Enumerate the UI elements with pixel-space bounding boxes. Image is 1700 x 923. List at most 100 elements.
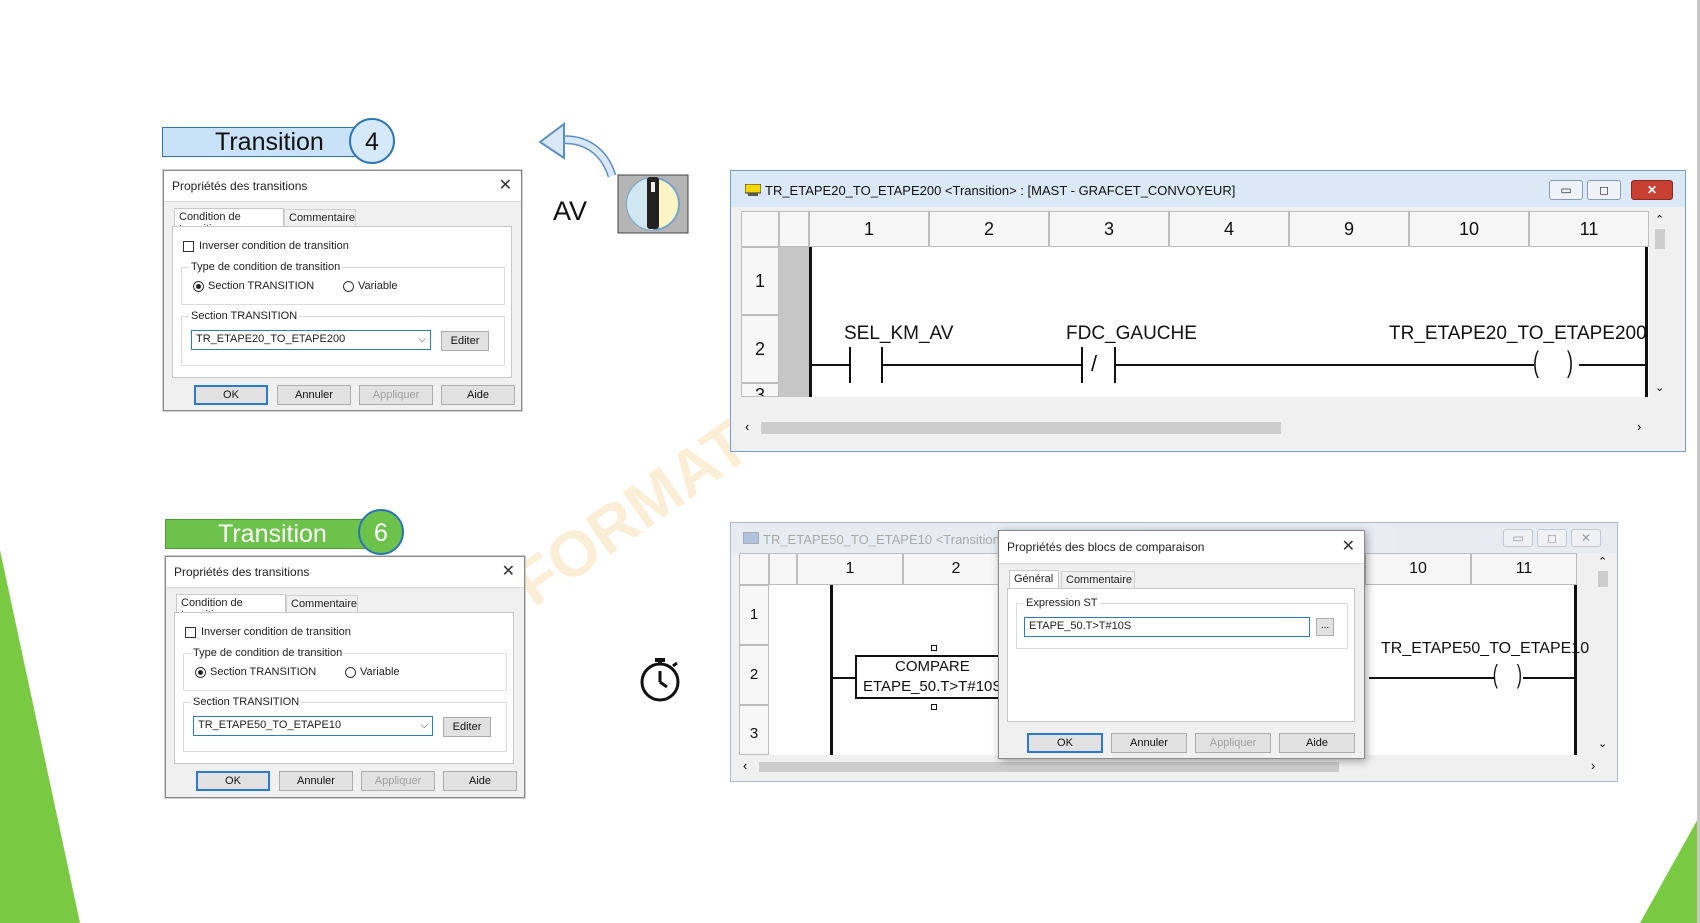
minimize-button[interactable]: ▭ xyxy=(1503,529,1533,547)
stopwatch-icon xyxy=(640,658,680,702)
radio-variable-label: Variable xyxy=(360,666,400,678)
close-button[interactable]: ✕ xyxy=(1631,180,1673,200)
row-header[interactable]: 3 xyxy=(741,383,779,397)
close-icon[interactable]: ✕ xyxy=(499,175,512,195)
column-header[interactable]: 2 xyxy=(929,211,1049,247)
compare-properties-dialog: Propriétés des blocs de comparaison ✕ Gé… xyxy=(998,530,1365,759)
corner-cell-2 xyxy=(769,553,797,585)
banner-label: Transition xyxy=(215,128,324,156)
column-header[interactable]: 1 xyxy=(797,553,903,585)
chevron-left-icon[interactable]: ‹ xyxy=(743,758,747,773)
column-header[interactable]: 11 xyxy=(1529,211,1649,247)
scroll-thumb[interactable] xyxy=(761,422,1281,434)
horizontal-scrollbar[interactable]: ‹ › xyxy=(739,758,1611,775)
apply-button[interactable]: Appliquer xyxy=(1195,733,1271,753)
row-header[interactable]: 2 xyxy=(741,315,779,383)
column-header[interactable]: 11 xyxy=(1471,553,1577,585)
chevron-down-icon[interactable]: ⌵ xyxy=(420,720,428,731)
edit-button[interactable]: Editer xyxy=(443,717,491,737)
column-header[interactable]: 10 xyxy=(1365,553,1471,585)
chevron-up-icon[interactable]: ⌃ xyxy=(1655,213,1664,226)
expression-input[interactable]: ETAPE_50.T>T#10S xyxy=(1024,617,1310,637)
coil-close-paren: ) xyxy=(1567,346,1573,379)
tab-general[interactable]: Général xyxy=(1009,570,1059,588)
chevron-right-icon[interactable]: › xyxy=(1591,758,1595,773)
chevron-down-icon[interactable]: ⌄ xyxy=(1598,737,1607,750)
column-header[interactable]: 2 xyxy=(903,553,1009,585)
cancel-button[interactable]: Annuler xyxy=(277,385,351,405)
dialog-body: Condition de transition Commentaire Inve… xyxy=(164,201,521,410)
section-combo[interactable]: TR_ETAPE50_TO_ETAPE10 ⌵ xyxy=(193,716,433,736)
left-power-rail xyxy=(809,247,812,397)
browse-button[interactable]: ... xyxy=(1316,618,1334,636)
coil-open-paren: ( xyxy=(1533,346,1539,379)
column-header[interactable]: 9 xyxy=(1289,211,1409,247)
right-power-rail xyxy=(1574,585,1577,755)
chevron-down-icon[interactable]: ⌵ xyxy=(418,334,426,345)
ok-button[interactable]: OK xyxy=(1027,733,1103,753)
ok-button[interactable]: OK xyxy=(194,385,268,405)
row-header[interactable]: 2 xyxy=(739,645,769,705)
maximize-button[interactable]: ◻ xyxy=(1587,180,1621,200)
row-header[interactable]: 3 xyxy=(739,705,769,755)
help-button[interactable]: Aide xyxy=(441,385,515,405)
tab-condition[interactable]: Condition de transition xyxy=(174,208,284,235)
edit-button[interactable]: Editer xyxy=(441,331,489,351)
invert-label: Inverser condition de transition xyxy=(199,240,349,252)
radio-variable[interactable] xyxy=(343,281,354,292)
radio-section-transition[interactable] xyxy=(193,281,204,292)
section-group-label: Section TRANSITION xyxy=(191,696,302,708)
scroll-thumb[interactable] xyxy=(1655,229,1665,249)
help-button[interactable]: Aide xyxy=(1279,733,1355,753)
chevron-up-icon[interactable]: ⌃ xyxy=(1598,555,1607,568)
apply-button[interactable]: Appliquer xyxy=(359,385,433,405)
close-icon[interactable]: ✕ xyxy=(502,561,515,581)
scroll-thumb[interactable] xyxy=(1598,571,1608,587)
tab-panel: Inverser condition de transition Type de… xyxy=(174,612,514,764)
tab-condition[interactable]: Condition de transition xyxy=(176,594,286,621)
chevron-right-icon[interactable]: › xyxy=(1637,419,1641,434)
close-button[interactable]: ✕ xyxy=(1571,529,1601,547)
section-group-label: Section TRANSITION xyxy=(189,310,300,322)
vertical-scrollbar[interactable]: ⌃ ⌄ xyxy=(1595,553,1611,753)
ladder-grid[interactable]: SEL_KM_AV / FDC_GAUCHE ( ) TR_ETAPE20_TO… xyxy=(809,247,1649,397)
transition-number-badge: 6 xyxy=(358,509,404,555)
scroll-thumb[interactable] xyxy=(759,762,1339,772)
row-header[interactable]: 1 xyxy=(741,247,779,315)
vertical-scrollbar[interactable]: ⌃ ⌄ xyxy=(1651,211,1669,397)
expression-value: ETAPE_50.T>T#10S xyxy=(1029,620,1132,632)
corner-cell xyxy=(739,553,769,585)
maximize-button[interactable]: ◻ xyxy=(1537,529,1567,547)
column-header[interactable]: 1 xyxy=(809,211,929,247)
tab-comment[interactable]: Commentaire xyxy=(1061,571,1135,589)
invert-checkbox[interactable] xyxy=(185,627,196,638)
cancel-button[interactable]: Annuler xyxy=(279,771,353,791)
section-combo[interactable]: TR_ETAPE20_TO_ETAPE200 ⌵ xyxy=(191,330,431,350)
cancel-button[interactable]: Annuler xyxy=(1111,733,1187,753)
tab-comment[interactable]: Commentaire xyxy=(284,209,356,227)
apply-button[interactable]: Appliquer xyxy=(361,771,435,791)
minimize-button[interactable]: ▭ xyxy=(1549,180,1583,200)
transition-properties-dialog-top: Propriétés des transitions ✕ Condition d… xyxy=(163,170,522,411)
rung-wire xyxy=(1369,677,1495,679)
av-label: AV xyxy=(553,196,588,226)
column-header[interactable]: 3 xyxy=(1049,211,1169,247)
contact-no-right xyxy=(881,347,883,383)
invert-checkbox[interactable] xyxy=(183,241,194,252)
column-header[interactable]: 4 xyxy=(1169,211,1289,247)
tab-comment[interactable]: Commentaire xyxy=(286,595,358,613)
row-header[interactable]: 1 xyxy=(739,585,769,645)
type-group-label: Type de condition de transition xyxy=(189,261,343,273)
ok-button[interactable]: OK xyxy=(196,771,270,791)
chevron-left-icon[interactable]: ‹ xyxy=(745,419,749,434)
horizontal-scrollbar[interactable]: ‹ › xyxy=(741,419,1661,437)
radio-section-transition[interactable] xyxy=(195,667,206,678)
transition-properties-dialog-bottom: Propriétés des transitions ✕ Condition d… xyxy=(165,556,525,798)
contact-nc-slash: / xyxy=(1091,351,1098,376)
chevron-down-icon[interactable]: ⌄ xyxy=(1655,381,1664,394)
close-icon[interactable]: ✕ xyxy=(1342,536,1355,556)
radio-variable[interactable] xyxy=(345,667,356,678)
section-combo-value: TR_ETAPE20_TO_ETAPE200 xyxy=(196,333,346,345)
help-button[interactable]: Aide xyxy=(443,771,517,791)
column-header[interactable]: 10 xyxy=(1409,211,1529,247)
